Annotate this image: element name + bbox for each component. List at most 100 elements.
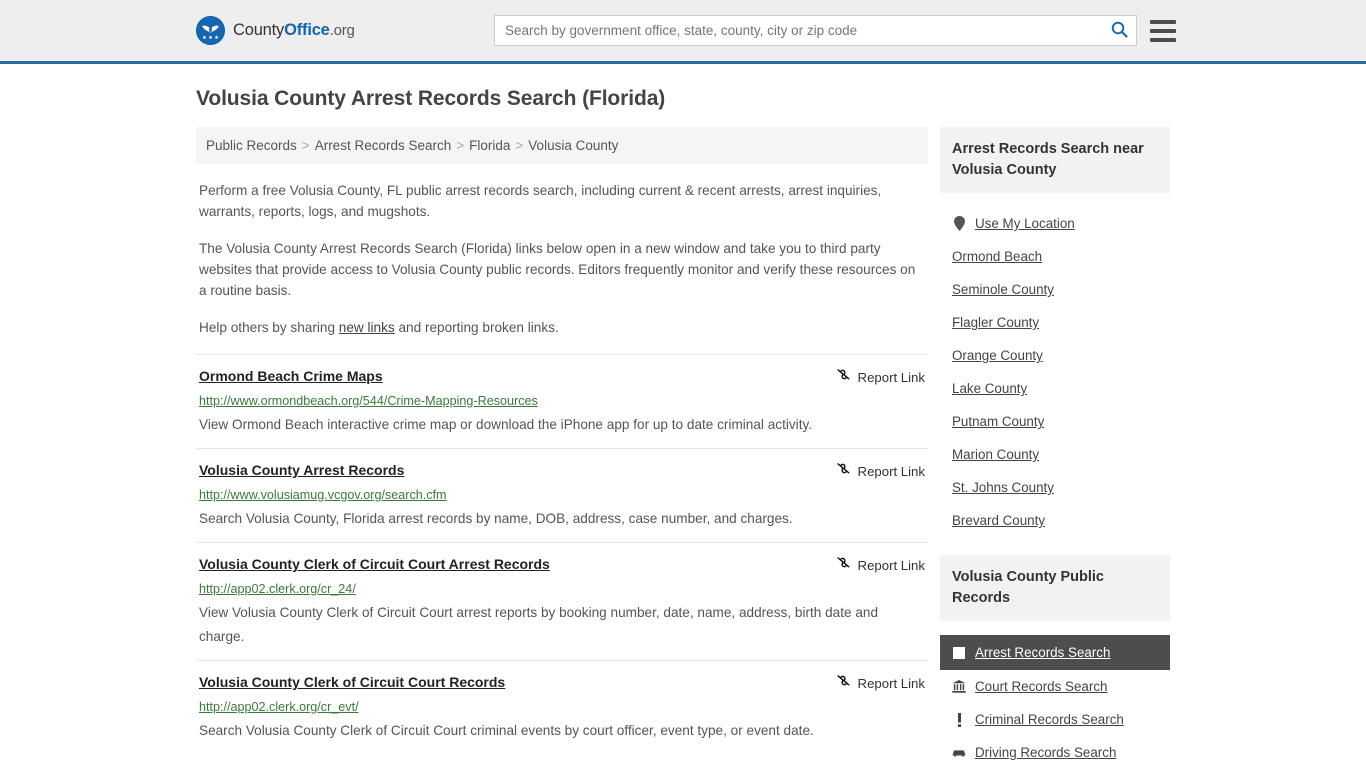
- result-url[interactable]: http://app02.clerk.org/cr_evt/: [199, 699, 925, 715]
- report-link-label: Report Link: [857, 557, 925, 573]
- sidebar-item-st-johns-county[interactable]: St. Johns County: [940, 471, 1170, 504]
- county-office-logo-icon: [196, 16, 225, 45]
- result-item: Volusia County Arrest Records Report Lin…: [196, 448, 928, 542]
- intro-paragraph-2: The Volusia County Arrest Records Search…: [199, 241, 916, 298]
- sidebar-link-label[interactable]: Putnam County: [952, 414, 1044, 429]
- map-pin-icon: [952, 216, 966, 231]
- broken-link-icon: [836, 555, 851, 575]
- page-title: Volusia County Arrest Records Search (Fl…: [196, 87, 666, 110]
- result-item: Volusia County Clerk of Circuit Court Re…: [196, 660, 928, 754]
- result-title-link[interactable]: Volusia County Arrest Records: [199, 461, 404, 480]
- intro-text: Perform a free Volusia County, FL public…: [196, 180, 928, 338]
- result-url[interactable]: http://www.volusiamug.vcgov.org/search.c…: [199, 487, 925, 503]
- intro-paragraph-1: Perform a free Volusia County, FL public…: [199, 183, 882, 219]
- result-title-link[interactable]: Volusia County Clerk of Circuit Court Ar…: [199, 555, 550, 574]
- breadcrumb-item-florida[interactable]: Florida: [469, 138, 510, 153]
- result-title-link[interactable]: Ormond Beach Crime Maps: [199, 367, 383, 386]
- sidebar-link-label[interactable]: Orange County: [952, 348, 1043, 363]
- result-header: Volusia County Clerk of Circuit Court Re…: [199, 673, 925, 693]
- sidebar-link-label[interactable]: St. Johns County: [952, 480, 1054, 495]
- sidebar-public-records-heading: Volusia County Public Records: [940, 555, 1170, 621]
- fingerprint-icon: [952, 646, 966, 659]
- sidebar: Arrest Records Search near Volusia Count…: [940, 127, 1170, 768]
- report-link-label: Report Link: [857, 463, 925, 479]
- sidebar-link-label[interactable]: Use My Location: [975, 216, 1075, 231]
- sidebar-nearby-list: Use My Location Ormond Beach Seminole Co…: [940, 207, 1170, 537]
- sidebar-link-label[interactable]: Brevard County: [952, 513, 1045, 528]
- sidebar-item-ormond-beach[interactable]: Ormond Beach: [940, 240, 1170, 273]
- sidebar-item-lake-county[interactable]: Lake County: [940, 372, 1170, 405]
- hamburger-bar-2: [1150, 28, 1176, 33]
- search-button[interactable]: [1102, 16, 1136, 45]
- breadcrumb: Public Records > Arrest Records Search >…: [196, 127, 928, 164]
- exclamation-icon: [952, 712, 966, 727]
- courthouse-icon: [952, 680, 966, 693]
- intro-p3-after: and reporting broken links.: [394, 320, 559, 335]
- result-item: Volusia County Clerk of Circuit Court Ar…: [196, 542, 928, 660]
- sidebar-item-court-records-search[interactable]: Court Records Search: [940, 670, 1170, 703]
- sidebar-link-label[interactable]: Criminal Records Search: [975, 712, 1124, 727]
- brand-part-county: County: [233, 21, 285, 39]
- search-icon: [1111, 21, 1128, 41]
- page-container: Volusia County Arrest Records Search (Fl…: [0, 87, 1366, 768]
- report-link-label: Report Link: [857, 369, 925, 385]
- content-area: Public Records > Arrest Records Search >…: [196, 127, 1170, 768]
- breadcrumb-separator: >: [456, 138, 465, 153]
- result-header: Ormond Beach Crime Maps Report Link: [199, 367, 925, 387]
- sidebar-link-label[interactable]: Arrest Records Search: [975, 645, 1110, 660]
- search-bar[interactable]: [494, 15, 1137, 46]
- sidebar-item-brevard-county[interactable]: Brevard County: [940, 504, 1170, 537]
- report-link-button[interactable]: Report Link: [836, 673, 925, 693]
- sidebar-item-criminal-records-search[interactable]: Criminal Records Search: [940, 703, 1170, 736]
- hamburger-bar-3: [1150, 37, 1176, 42]
- sidebar-link-label[interactable]: Driving Records Search: [975, 745, 1116, 760]
- result-title-link[interactable]: Volusia County Clerk of Circuit Court Re…: [199, 673, 505, 692]
- sidebar-item-flagler-county[interactable]: Flagler County: [940, 306, 1170, 339]
- result-url[interactable]: http://www.ormondbeach.org/544/Crime-Map…: [199, 393, 925, 409]
- sidebar-item-use-my-location[interactable]: Use My Location: [940, 207, 1170, 240]
- report-link-button[interactable]: Report Link: [836, 367, 925, 387]
- sidebar-public-records-list: Arrest Records Search Court Records Sear…: [940, 635, 1170, 768]
- breadcrumb-item-volusia-county[interactable]: Volusia County: [528, 138, 618, 153]
- sidebar-link-label[interactable]: Lake County: [952, 381, 1027, 396]
- report-link-button[interactable]: Report Link: [836, 555, 925, 575]
- result-description: Search Volusia County Clerk of Circuit C…: [199, 723, 814, 738]
- site-logo[interactable]: CountyOffice.org: [196, 16, 355, 45]
- new-links-link[interactable]: new links: [339, 320, 395, 335]
- breadcrumb-separator: >: [515, 138, 524, 153]
- main-column: Public Records > Arrest Records Search >…: [196, 127, 928, 754]
- result-description: View Volusia County Clerk of Circuit Cou…: [199, 605, 879, 644]
- broken-link-icon: [836, 673, 851, 693]
- sidebar-link-label[interactable]: Ormond Beach: [952, 249, 1042, 264]
- result-url[interactable]: http://app02.clerk.org/cr_24/: [199, 581, 925, 597]
- breadcrumb-separator: >: [301, 138, 310, 153]
- sidebar-nearby-heading: Arrest Records Search near Volusia Count…: [940, 127, 1170, 193]
- broken-link-icon: [836, 461, 851, 481]
- report-link-button[interactable]: Report Link: [836, 461, 925, 481]
- sidebar-item-marion-county[interactable]: Marion County: [940, 438, 1170, 471]
- breadcrumb-item-arrest-records-search[interactable]: Arrest Records Search: [315, 138, 452, 153]
- intro-p3-before: Help others by sharing: [199, 320, 339, 335]
- site-logo-text: CountyOffice.org: [233, 21, 355, 40]
- sidebar-link-label[interactable]: Seminole County: [952, 282, 1054, 297]
- result-header: Volusia County Arrest Records Report Lin…: [199, 461, 925, 481]
- sidebar-item-arrest-records-search[interactable]: Arrest Records Search: [940, 635, 1170, 670]
- sidebar-item-seminole-county[interactable]: Seminole County: [940, 273, 1170, 306]
- broken-link-icon: [836, 367, 851, 387]
- brand-part-org: .org: [329, 22, 355, 39]
- hamburger-menu-icon[interactable]: [1150, 19, 1176, 42]
- breadcrumb-item-public-records[interactable]: Public Records: [206, 138, 297, 153]
- sidebar-link-label[interactable]: Court Records Search: [975, 679, 1107, 694]
- result-description: Search Volusia County, Florida arrest re…: [199, 511, 793, 526]
- sidebar-link-label[interactable]: Marion County: [952, 447, 1039, 462]
- sidebar-link-label[interactable]: Flagler County: [952, 315, 1039, 330]
- sidebar-item-orange-county[interactable]: Orange County: [940, 339, 1170, 372]
- intro-paragraph-3: Help others by sharing new links and rep…: [199, 317, 925, 338]
- sidebar-item-driving-records-search[interactable]: Driving Records Search: [940, 736, 1170, 768]
- report-link-label: Report Link: [857, 675, 925, 691]
- result-header: Volusia County Clerk of Circuit Court Ar…: [199, 555, 925, 575]
- site-header: CountyOffice.org: [0, 0, 1366, 64]
- search-input[interactable]: [495, 16, 1102, 45]
- result-item: Ormond Beach Crime Maps Report Link http…: [196, 354, 928, 448]
- sidebar-item-putnam-county[interactable]: Putnam County: [940, 405, 1170, 438]
